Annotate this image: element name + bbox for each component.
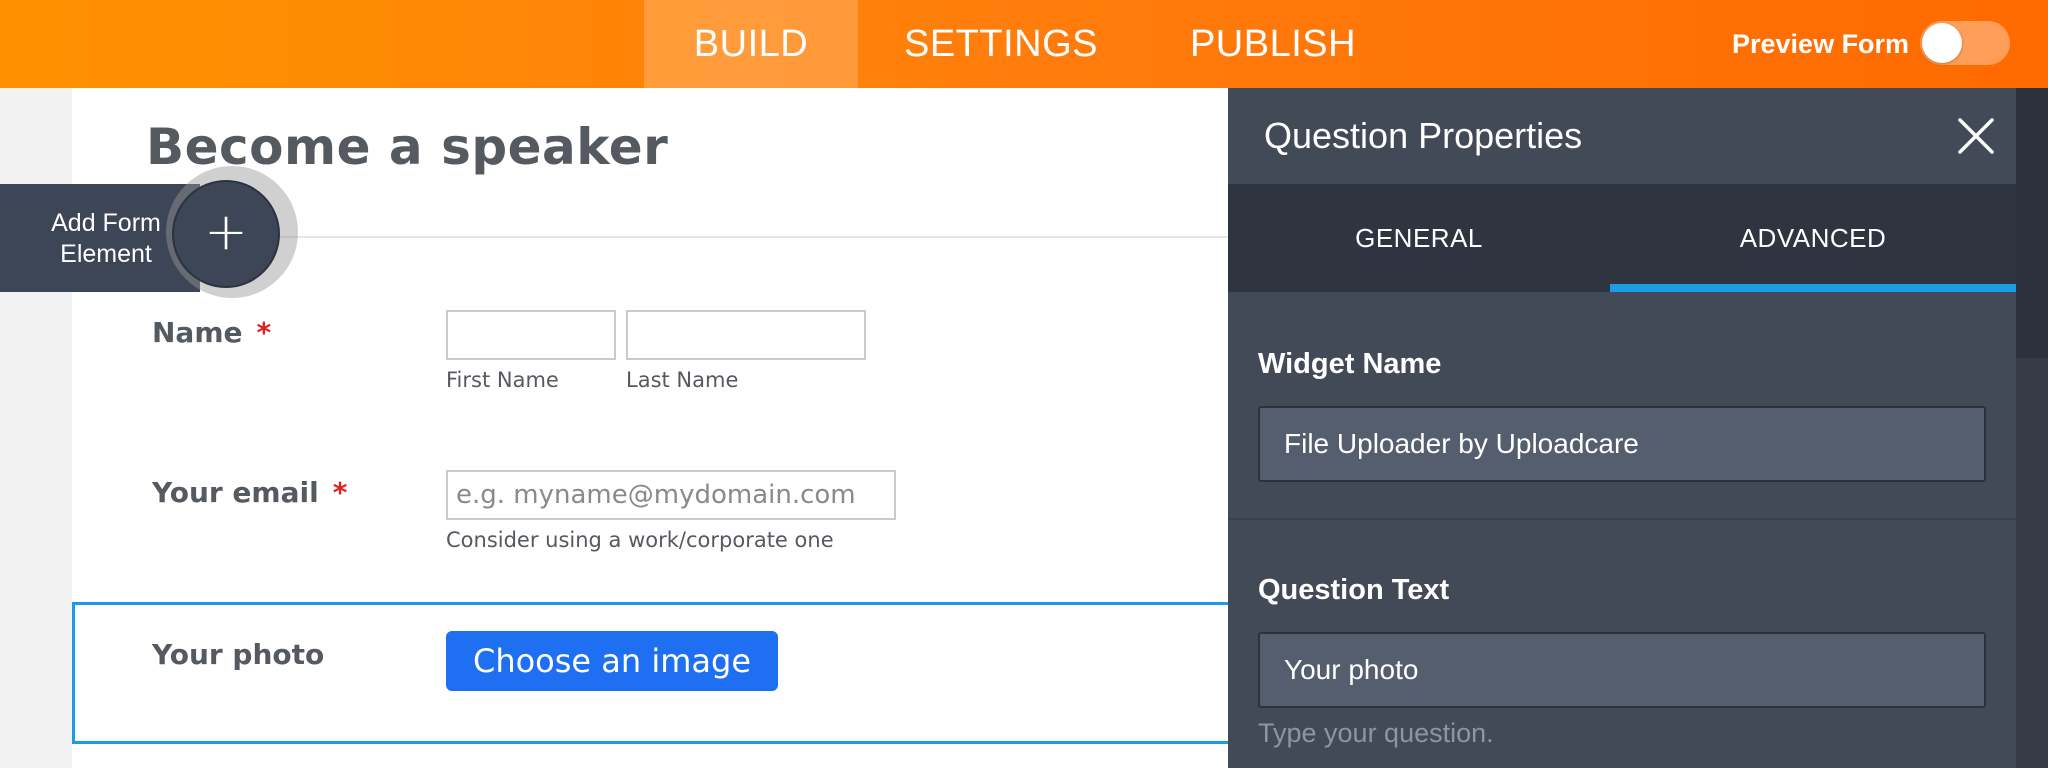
question-text-hint: Type your question. [1258, 718, 1494, 748]
name-field-label: Name * [152, 316, 272, 349]
panel-scrollbar[interactable] [2016, 88, 2048, 768]
email-field-label: Your email * [152, 476, 348, 509]
tab-advanced[interactable]: ADVANCED [1610, 184, 2016, 292]
panel-title: Question Properties [1264, 115, 1583, 156]
required-asterisk: * [332, 476, 348, 509]
question-text-label: Question Text [1258, 574, 1450, 606]
last-name-sublabel: Last Name [626, 368, 739, 392]
plus-icon: + [204, 202, 248, 262]
scrollbar-thumb[interactable] [2016, 88, 2048, 358]
tab-build[interactable]: BUILD [644, 0, 858, 88]
required-asterisk: * [256, 316, 272, 349]
toggle-knob [1922, 23, 1962, 63]
add-form-element-button[interactable]: + [172, 180, 280, 288]
tab-general[interactable]: GENERAL [1228, 184, 1610, 292]
add-form-element-label: Add Form Element [51, 209, 161, 268]
photo-field-label: Your photo [152, 638, 325, 671]
close-panel-button[interactable] [1950, 110, 2002, 162]
email-input[interactable] [446, 470, 896, 520]
preview-form-label: Preview Form [1732, 29, 1910, 59]
email-hint: Consider using a work/corporate one [446, 528, 834, 552]
widget-name-label: Widget Name [1258, 348, 1442, 380]
preview-form-toggle[interactable] [1920, 21, 2010, 65]
tab-settings[interactable]: SETTINGS [886, 0, 1116, 88]
choose-image-button[interactable]: Choose an image [446, 631, 778, 691]
tab-publish[interactable]: PUBLISH [1176, 0, 1370, 88]
question-text-input[interactable] [1258, 632, 1986, 708]
last-name-input[interactable] [626, 310, 866, 360]
first-name-input[interactable] [446, 310, 616, 360]
active-tab-indicator [1610, 284, 2016, 292]
section-divider [1228, 518, 2016, 520]
first-name-sublabel: First Name [446, 368, 559, 392]
widget-name-input[interactable] [1258, 406, 1986, 482]
close-icon [1958, 118, 1994, 154]
